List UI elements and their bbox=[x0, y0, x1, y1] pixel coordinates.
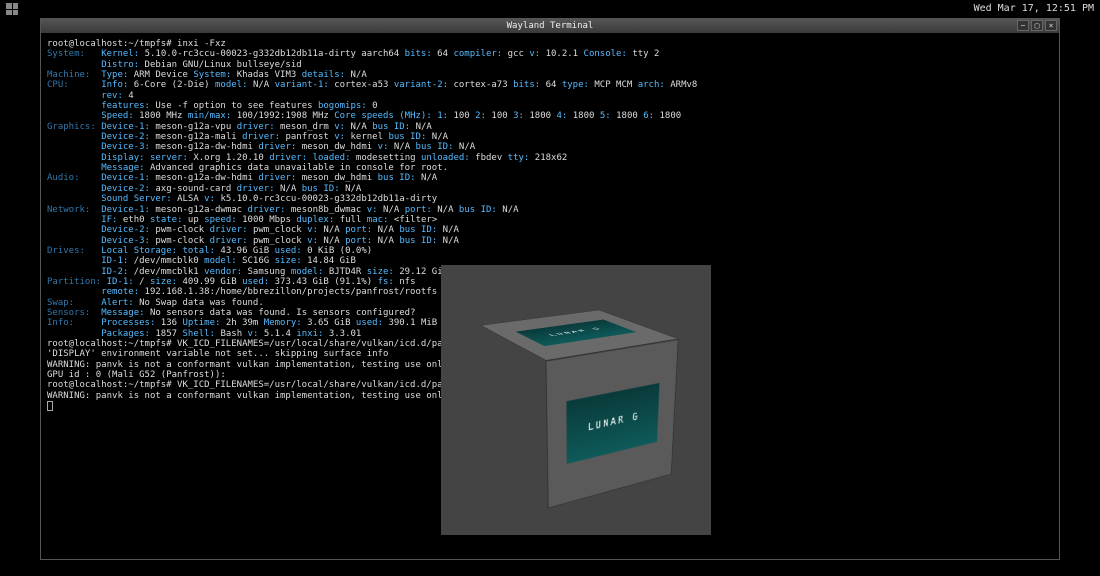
window-title: Wayland Terminal bbox=[507, 21, 594, 31]
top-panel: Wed Mar 17, 12:51 PM bbox=[0, 0, 1100, 18]
maximize-button[interactable]: ▢ bbox=[1031, 20, 1043, 31]
cube-3d: LUNAR G LUNAR G LUNAR G bbox=[510, 323, 636, 479]
minimize-button[interactable]: − bbox=[1017, 20, 1029, 31]
prompt-line: root@localhost:~/tmpfs# inxi -Fxz bbox=[47, 39, 1053, 49]
clock[interactable]: Wed Mar 17, 12:51 PM bbox=[974, 3, 1094, 15]
vulkan-cube-window[interactable]: LUNAR G LUNAR G LUNAR G bbox=[441, 265, 711, 535]
lunarg-logo: LUNAR G bbox=[516, 320, 637, 347]
cursor-icon bbox=[47, 401, 53, 411]
activities-icon[interactable] bbox=[6, 3, 18, 15]
close-button[interactable]: × bbox=[1045, 20, 1057, 31]
titlebar[interactable]: Wayland Terminal − ▢ × bbox=[41, 19, 1059, 33]
lunarg-logo: LUNAR G bbox=[566, 383, 659, 464]
